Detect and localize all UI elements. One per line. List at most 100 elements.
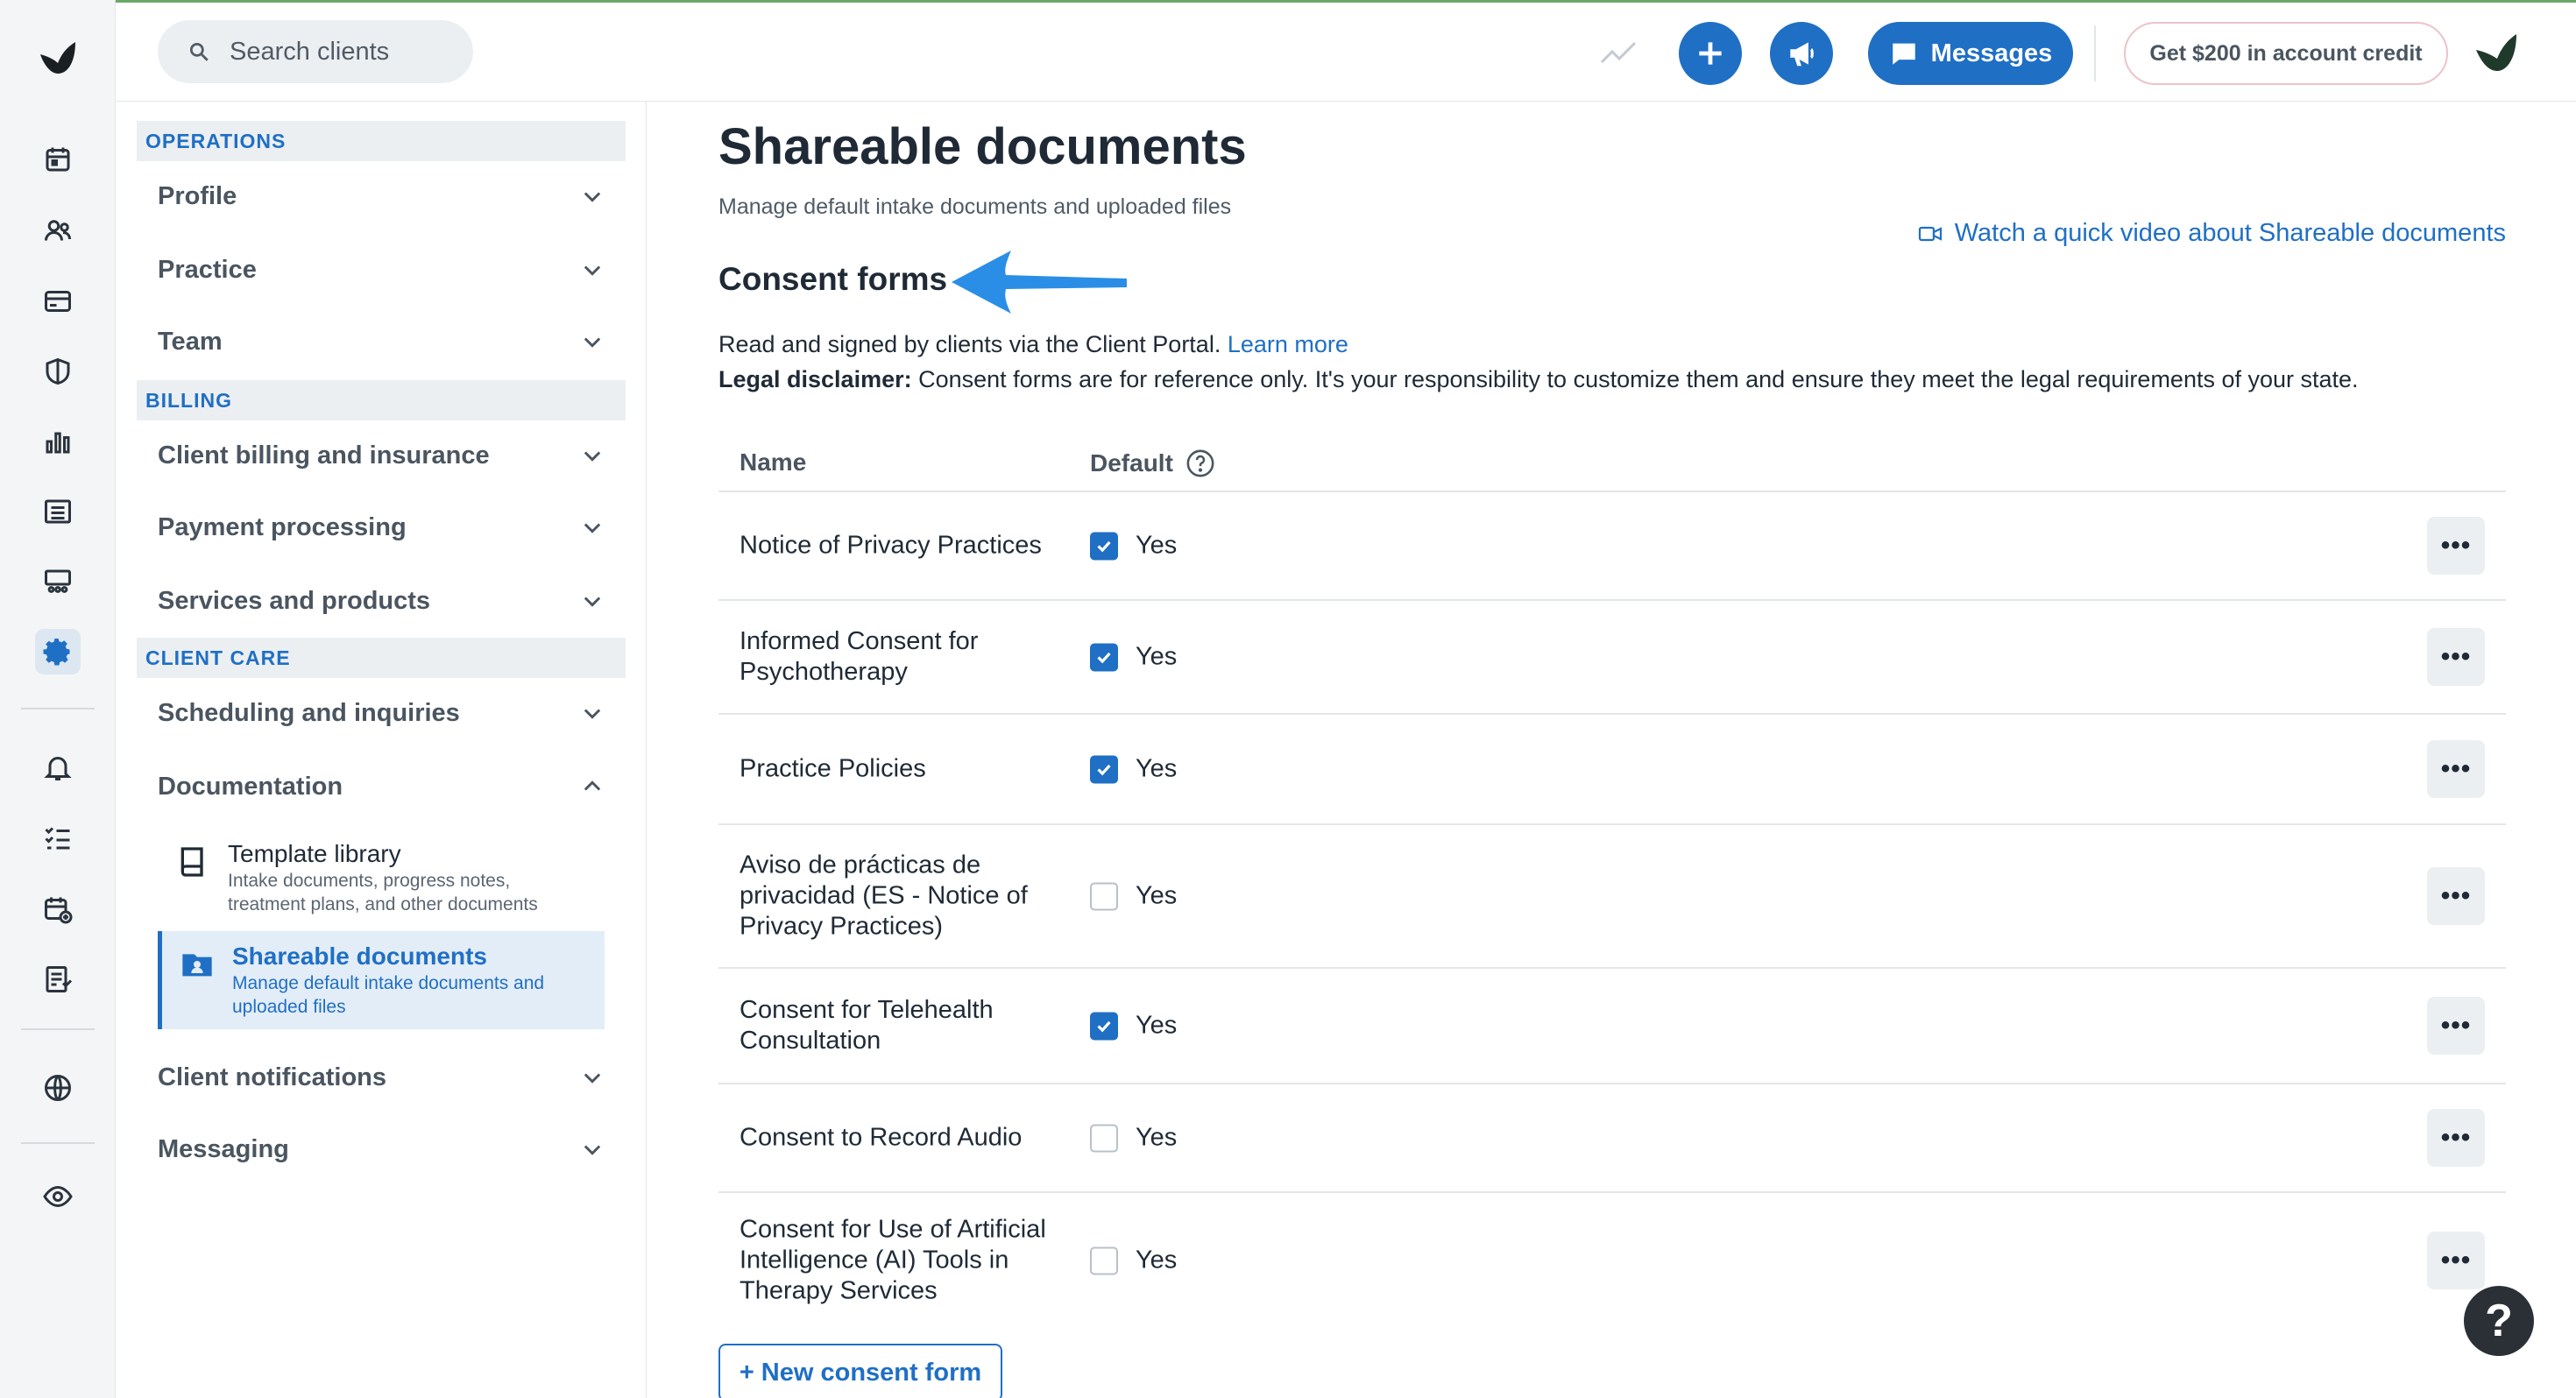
nav-item-client-notifications[interactable]: Client notifications bbox=[158, 1053, 605, 1102]
default-checkbox[interactable] bbox=[1090, 882, 1118, 910]
nav-item-practice[interactable]: Practice bbox=[158, 245, 605, 294]
list-icon[interactable] bbox=[35, 489, 81, 534]
form-name[interactable]: Consent for Use of Artificial Intelligen… bbox=[740, 1215, 1064, 1307]
description-text: Read and signed by clients via the Clien… bbox=[718, 331, 1221, 357]
clients-icon[interactable] bbox=[35, 208, 81, 254]
nav-item-services-products[interactable]: Services and products bbox=[158, 576, 605, 625]
nav-item-scheduling[interactable]: Scheduling and inquiries bbox=[158, 688, 605, 738]
messages-label: Messages bbox=[1930, 39, 2053, 67]
chevron-down-icon bbox=[584, 192, 601, 202]
default-toggle[interactable]: Yes bbox=[1090, 882, 1177, 911]
page-title: Shareable documents bbox=[718, 118, 1247, 175]
trend-icon[interactable] bbox=[1598, 34, 1640, 69]
nav-item-payment-processing[interactable]: Payment processing bbox=[158, 503, 605, 552]
default-checkbox[interactable] bbox=[1090, 1246, 1118, 1274]
chevron-down-icon bbox=[584, 451, 601, 462]
globe-icon[interactable] bbox=[35, 1065, 81, 1111]
nav-item-client-billing[interactable]: Client billing and insurance bbox=[158, 431, 605, 480]
form-name[interactable]: Aviso de prácticas de privacidad (ES - N… bbox=[740, 851, 1064, 943]
chevron-down-icon bbox=[584, 1145, 601, 1155]
billing-card-icon[interactable] bbox=[35, 279, 81, 324]
rail-divider bbox=[21, 1028, 95, 1030]
checkmark-icon bbox=[1097, 652, 1111, 663]
account-credit-button[interactable]: Get $200 in account credit bbox=[2124, 22, 2448, 85]
add-button[interactable] bbox=[1679, 22, 1742, 85]
watch-video-link[interactable]: Watch a quick video about Shareable docu… bbox=[1918, 219, 2506, 248]
nav-label: Scheduling and inquiries bbox=[158, 698, 460, 727]
section-client-care: CLIENT CARE bbox=[137, 638, 626, 678]
analytics-icon[interactable] bbox=[35, 419, 81, 464]
nav-label: Client billing and insurance bbox=[158, 441, 490, 470]
default-toggle[interactable]: Yes bbox=[1090, 1246, 1177, 1275]
shield-icon[interactable] bbox=[35, 349, 81, 394]
nav-item-messaging[interactable]: Messaging bbox=[158, 1125, 605, 1174]
app-logo[interactable] bbox=[35, 35, 81, 81]
more-options-button[interactable]: ••• bbox=[2427, 1232, 2485, 1289]
nav-label: Team bbox=[158, 327, 223, 356]
default-checkbox[interactable] bbox=[1090, 532, 1118, 560]
folder-user-icon bbox=[182, 954, 212, 977]
new-consent-form-button[interactable]: + New consent form bbox=[718, 1344, 1002, 1398]
more-options-button[interactable]: ••• bbox=[2427, 740, 2485, 798]
default-toggle[interactable]: Yes bbox=[1090, 532, 1177, 561]
form-name[interactable]: Consent to Record Audio bbox=[740, 1123, 1064, 1154]
calendar-icon[interactable] bbox=[35, 137, 81, 182]
search-input[interactable]: Search clients bbox=[158, 20, 473, 83]
reports-icon[interactable] bbox=[35, 957, 81, 1002]
legal-disclaimer: Legal disclaimer: Consent forms are for … bbox=[718, 366, 2359, 393]
profile-logo-icon[interactable] bbox=[2473, 29, 2522, 78]
more-options-button[interactable]: ••• bbox=[2427, 628, 2485, 686]
disclaimer-text: Consent forms are for reference only. It… bbox=[918, 366, 2359, 392]
default-label: Yes bbox=[1136, 642, 1178, 671]
nav-subitem-shareable-documents[interactable]: Shareable documents Manage default intak… bbox=[158, 931, 605, 1029]
megaphone-icon bbox=[1790, 42, 1814, 67]
table-row: Consent for Telehealth Consultation Yes ••… bbox=[718, 969, 2506, 1084]
form-name[interactable]: Consent for Telehealth Consultation bbox=[740, 995, 1064, 1056]
more-options-button[interactable]: ••• bbox=[2427, 867, 2485, 925]
learn-more-link[interactable]: Learn more bbox=[1228, 331, 1348, 357]
help-button[interactable]: ? bbox=[2464, 1286, 2534, 1356]
nav-label: Payment processing bbox=[158, 512, 407, 541]
book-icon bbox=[180, 847, 203, 877]
chat-icon bbox=[1892, 43, 1915, 65]
top-bar: Search clients Messages Get $200 in acco… bbox=[116, 0, 2576, 102]
more-options-button[interactable]: ••• bbox=[2427, 1109, 2485, 1167]
default-label: Yes bbox=[1136, 881, 1178, 910]
video-camera-icon bbox=[1918, 226, 1942, 241]
tasks-icon[interactable] bbox=[35, 815, 81, 860]
page-subtitle: Manage default intake documents and uplo… bbox=[718, 194, 1232, 219]
form-name[interactable]: Notice of Privacy Practices bbox=[740, 531, 1064, 561]
default-checkbox[interactable] bbox=[1090, 643, 1118, 671]
messages-button[interactable]: Messages bbox=[1868, 22, 2073, 85]
table-row: Consent to Record Audio Yes ••• bbox=[718, 1084, 2506, 1193]
default-toggle[interactable]: Yes bbox=[1090, 643, 1177, 672]
more-options-button[interactable]: ••• bbox=[2427, 997, 2485, 1055]
form-name[interactable]: Practice Policies bbox=[740, 754, 1064, 785]
eye-icon[interactable] bbox=[35, 1174, 81, 1219]
marketplace-icon[interactable] bbox=[35, 559, 81, 604]
default-toggle[interactable]: Yes bbox=[1090, 755, 1177, 784]
column-header-default: Default bbox=[1090, 448, 1215, 478]
default-toggle[interactable]: Yes bbox=[1090, 1124, 1177, 1153]
settings-gear-icon[interactable] bbox=[35, 629, 81, 674]
calendar-add-icon[interactable] bbox=[35, 886, 81, 932]
nav-item-profile[interactable]: Profile bbox=[158, 172, 605, 221]
default-checkbox[interactable] bbox=[1090, 1124, 1118, 1152]
default-checkbox[interactable] bbox=[1090, 1012, 1118, 1040]
more-options-button[interactable]: ••• bbox=[2427, 517, 2485, 575]
nav-item-team[interactable]: Team bbox=[158, 317, 605, 366]
checkmark-icon bbox=[1097, 540, 1111, 552]
nav-item-documentation[interactable]: Documentation bbox=[158, 762, 605, 811]
settings-nav: OPERATIONS Profile Practice Team BILLING… bbox=[116, 102, 647, 1398]
default-checkbox[interactable] bbox=[1090, 755, 1118, 783]
nav-subitem-template-library[interactable]: Template library Intake documents, progr… bbox=[158, 829, 605, 927]
default-label: Yes bbox=[1136, 531, 1178, 560]
default-toggle[interactable]: Yes bbox=[1090, 1012, 1177, 1041]
chevron-down-icon bbox=[584, 597, 601, 607]
announcements-button[interactable] bbox=[1770, 22, 1833, 85]
bell-icon[interactable] bbox=[35, 745, 81, 790]
help-circle-icon[interactable] bbox=[1185, 448, 1215, 478]
nav-label: Messaging bbox=[158, 1134, 289, 1163]
table-row: Aviso de prácticas de privacidad (ES - N… bbox=[718, 825, 2506, 969]
form-name[interactable]: Informed Consent for Psychotherapy bbox=[740, 626, 1064, 688]
